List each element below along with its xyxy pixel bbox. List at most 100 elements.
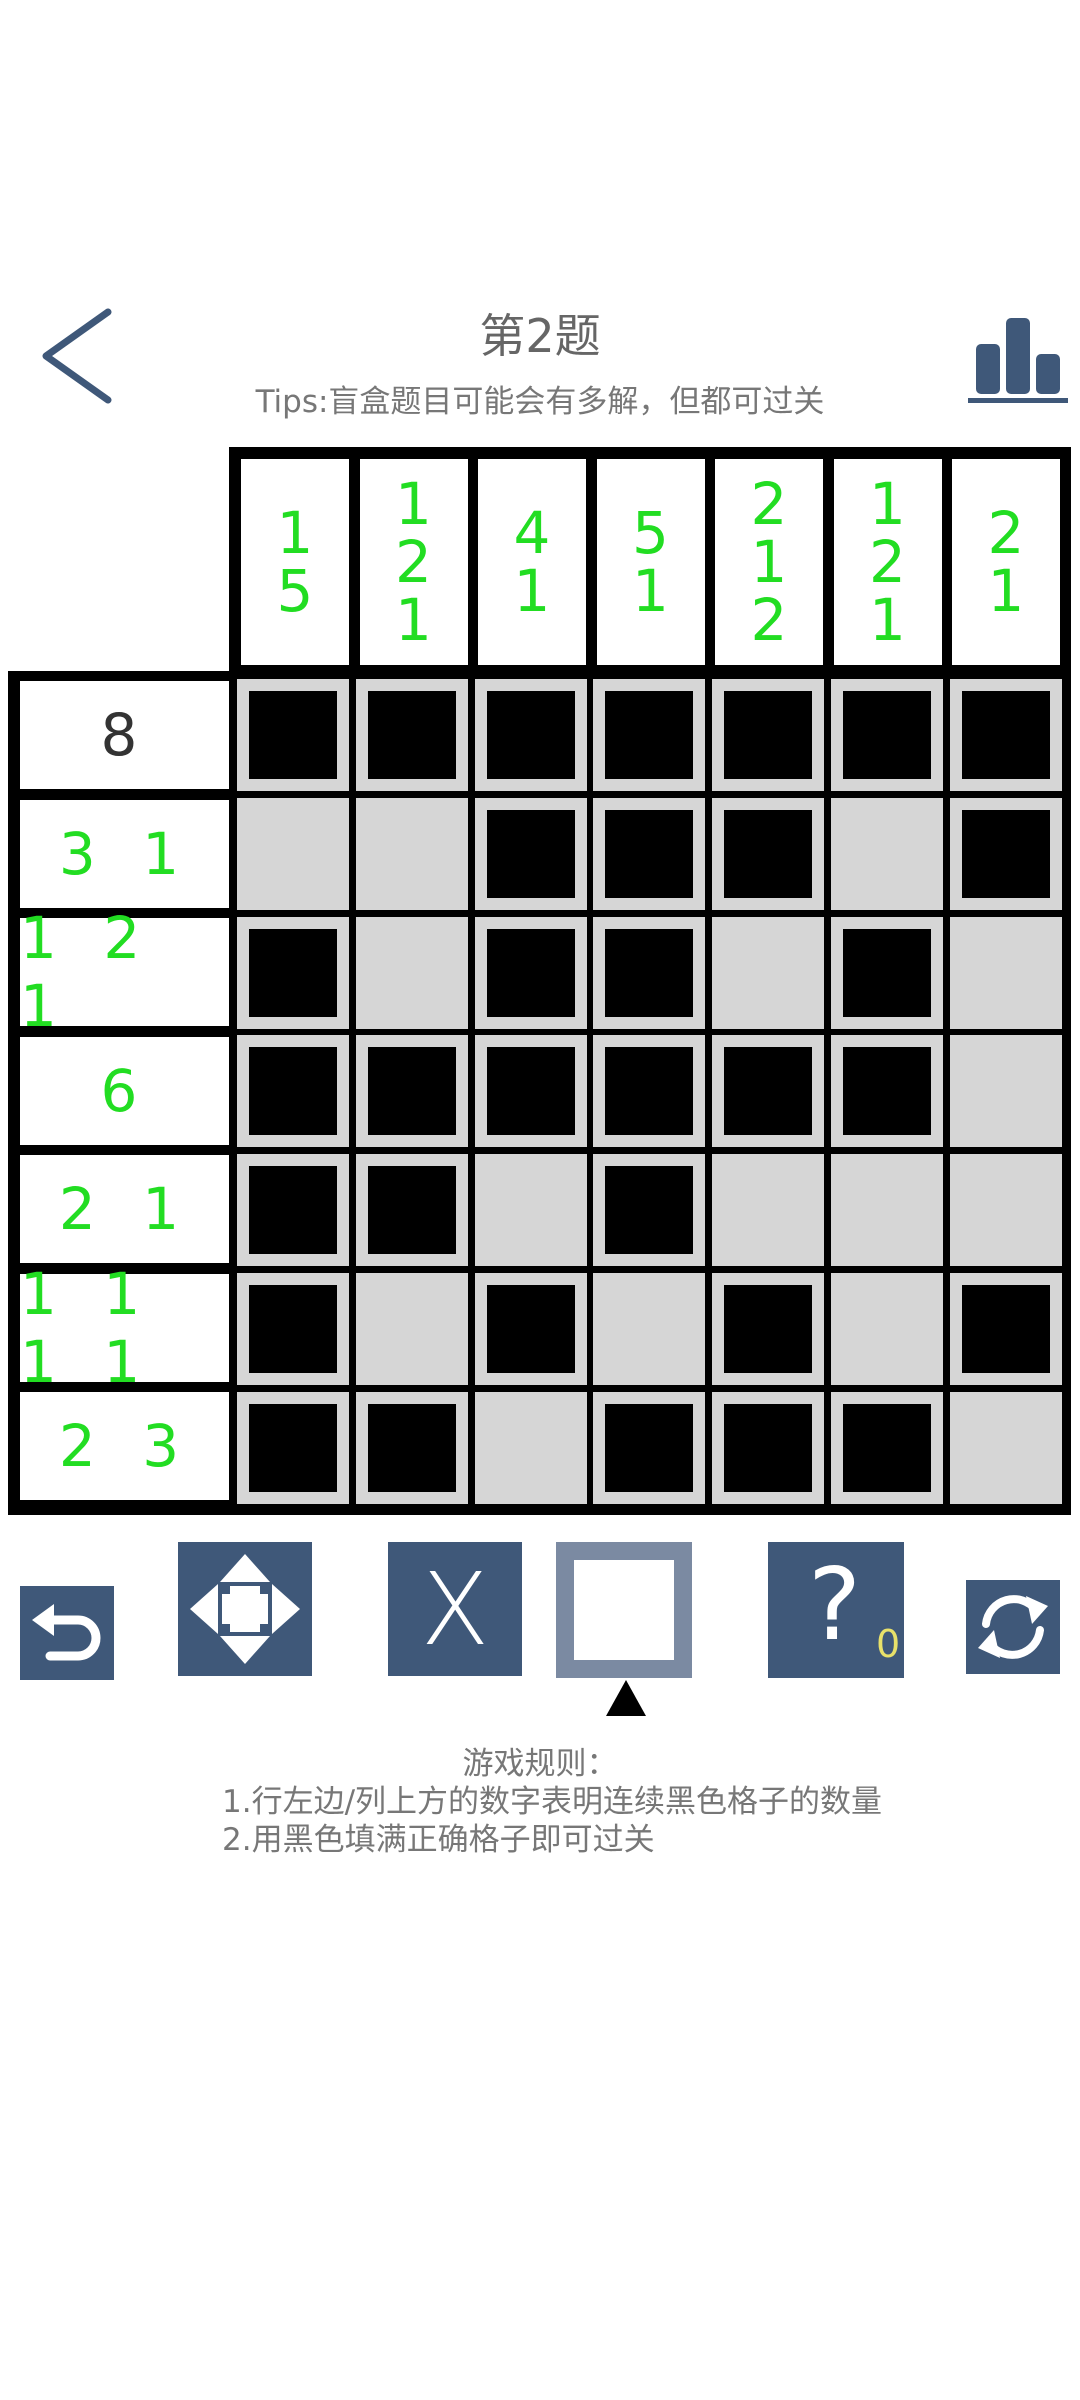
grid-cell-r7-c6[interactable] xyxy=(831,1391,943,1504)
stats-button[interactable] xyxy=(966,314,1070,404)
move-button[interactable] xyxy=(178,1542,312,1676)
puzzle-title: 第2题 xyxy=(479,309,601,363)
clue-number: 1 xyxy=(395,586,432,654)
clue-number: 1 xyxy=(750,528,788,596)
grid-cell-r2-c1[interactable] xyxy=(237,797,349,910)
move-arrows-icon xyxy=(190,1554,300,1664)
row-clue-4: 6 xyxy=(20,1036,232,1145)
column-clue-numbers: 212 xyxy=(751,475,788,649)
grid-cell-r6-c7[interactable] xyxy=(949,1273,1062,1385)
clue-number: 2 xyxy=(750,586,788,654)
clue-number: 1 xyxy=(987,557,1025,625)
grid-cell-r1-c1[interactable] xyxy=(237,679,349,791)
grid-cell-r1-c2[interactable] xyxy=(355,679,468,791)
grid-cell-r5-c7[interactable] xyxy=(949,1154,1062,1267)
grid-cell-r5-c1[interactable] xyxy=(237,1154,349,1267)
grid-cell-r6-c6[interactable] xyxy=(831,1273,943,1385)
clue-number: 5 xyxy=(276,557,314,625)
grid-cell-r1-c4[interactable] xyxy=(593,679,706,791)
grid-cell-r1-c5[interactable] xyxy=(712,679,825,791)
column-clues: 15121415121212121 xyxy=(229,447,1071,672)
column-clue-numbers: 15 xyxy=(277,504,314,620)
column-clue-7: 21 xyxy=(952,459,1060,665)
grid-cell-r2-c7[interactable] xyxy=(949,797,1062,910)
clue-number: 2 xyxy=(750,470,788,538)
grid-cell-r5-c5[interactable] xyxy=(712,1154,825,1267)
column-clue-numbers: 51 xyxy=(632,504,669,620)
selected-tool-indicator xyxy=(606,1680,646,1716)
grid-cell-r7-c3[interactable] xyxy=(474,1391,587,1504)
row-clue-5: 2 1 xyxy=(20,1155,232,1263)
hint-count: 0 xyxy=(876,1622,901,1666)
grid-cell-r7-c4[interactable] xyxy=(593,1391,706,1504)
grid-cell-r7-c2[interactable] xyxy=(355,1391,468,1504)
clue-number: 1 xyxy=(276,499,314,567)
row-clue-2: 3 1 xyxy=(20,799,232,908)
grid-cell-r6-c3[interactable] xyxy=(474,1273,587,1385)
clue-number: 2 xyxy=(987,499,1025,567)
grid-cell-r6-c1[interactable] xyxy=(237,1273,349,1385)
grid-cell-r4-c6[interactable] xyxy=(831,1035,943,1148)
grid-cell-r7-c5[interactable] xyxy=(712,1391,825,1504)
clue-number: 1 xyxy=(869,470,906,538)
column-clue-numbers: 121 xyxy=(869,475,906,649)
grid-cell-r3-c4[interactable] xyxy=(593,916,706,1029)
grid-cell-r3-c2[interactable] xyxy=(355,916,468,1029)
restart-button[interactable] xyxy=(966,1580,1060,1674)
grid-cell-r6-c2[interactable] xyxy=(355,1273,468,1385)
grid-cell-r3-c6[interactable] xyxy=(831,916,943,1029)
row-clue-7: 2 3 xyxy=(20,1392,232,1500)
column-clue-4: 51 xyxy=(596,459,705,665)
grid-cell-r3-c3[interactable] xyxy=(474,916,587,1029)
fill-tool-button[interactable] xyxy=(556,1542,692,1678)
grid-cell-r4-c5[interactable] xyxy=(712,1035,825,1148)
grid-cell-r2-c3[interactable] xyxy=(474,797,587,910)
grid-cell-r2-c2[interactable] xyxy=(355,797,468,910)
clue-number: 2 xyxy=(395,528,432,596)
clue-number: 2 xyxy=(869,528,906,596)
grid-cell-r4-c7[interactable] xyxy=(949,1035,1062,1148)
grid-cell-r1-c3[interactable] xyxy=(474,679,587,791)
grid-cell-r3-c7[interactable] xyxy=(949,916,1062,1029)
grid-cell-r5-c4[interactable] xyxy=(593,1154,706,1267)
column-clue-1: 15 xyxy=(241,459,349,665)
clue-number: 5 xyxy=(632,499,669,567)
grid-cell-r4-c2[interactable] xyxy=(355,1035,468,1148)
grid-cell-r5-c2[interactable] xyxy=(355,1154,468,1267)
grid-cell-r2-c4[interactable] xyxy=(593,797,706,910)
grid-cell-r7-c7[interactable] xyxy=(949,1391,1062,1504)
grid-cell-r4-c4[interactable] xyxy=(593,1035,706,1148)
grid-cell-r3-c5[interactable] xyxy=(712,916,825,1029)
hint-button[interactable]: ? 0 xyxy=(768,1542,904,1678)
column-clue-numbers: 41 xyxy=(514,504,551,620)
column-clue-6: 121 xyxy=(833,459,942,665)
grid-cell-r2-c5[interactable] xyxy=(712,797,825,910)
column-clue-numbers: 21 xyxy=(988,504,1025,620)
grid-cell-r6-c5[interactable] xyxy=(712,1273,825,1385)
grid-cell-r3-c1[interactable] xyxy=(237,916,349,1029)
grid-cell-r4-c3[interactable] xyxy=(474,1035,587,1148)
column-clue-2: 121 xyxy=(359,459,468,665)
clue-number: 1 xyxy=(395,470,432,538)
grid-cell-r1-c6[interactable] xyxy=(831,679,943,791)
clue-number: 1 xyxy=(869,586,906,654)
refresh-icon xyxy=(978,1595,1048,1659)
bar-chart-icon xyxy=(968,318,1068,403)
grid-cell-r5-c3[interactable] xyxy=(474,1154,587,1267)
row-clues: 83 11 2 162 11 1 1 12 3 xyxy=(8,671,237,1515)
grid-cell-r6-c4[interactable] xyxy=(593,1273,706,1385)
column-clue-numbers: 121 xyxy=(395,475,432,649)
cross-mark-button[interactable]: X xyxy=(388,1542,522,1676)
column-clue-5: 212 xyxy=(715,459,823,665)
grid-cell-r2-c6[interactable] xyxy=(831,797,943,910)
grid-cell-r4-c1[interactable] xyxy=(237,1035,349,1148)
row-clue-3: 1 2 1 xyxy=(20,904,232,1040)
row-clue-6: 1 1 1 1 xyxy=(20,1260,232,1396)
grid-cell-r5-c6[interactable] xyxy=(831,1154,943,1267)
undo-button[interactable] xyxy=(20,1586,114,1680)
grid-cell-r1-c7[interactable] xyxy=(949,679,1062,791)
rules-line-2: 2.用黑色填满正确格子即可过关 xyxy=(222,1822,655,1858)
grid-cell-r7-c1[interactable] xyxy=(237,1391,349,1504)
clue-number: 1 xyxy=(513,557,551,625)
tips-text: Tips:盲盒题目可能会有多解，但都可过关 xyxy=(255,384,825,420)
